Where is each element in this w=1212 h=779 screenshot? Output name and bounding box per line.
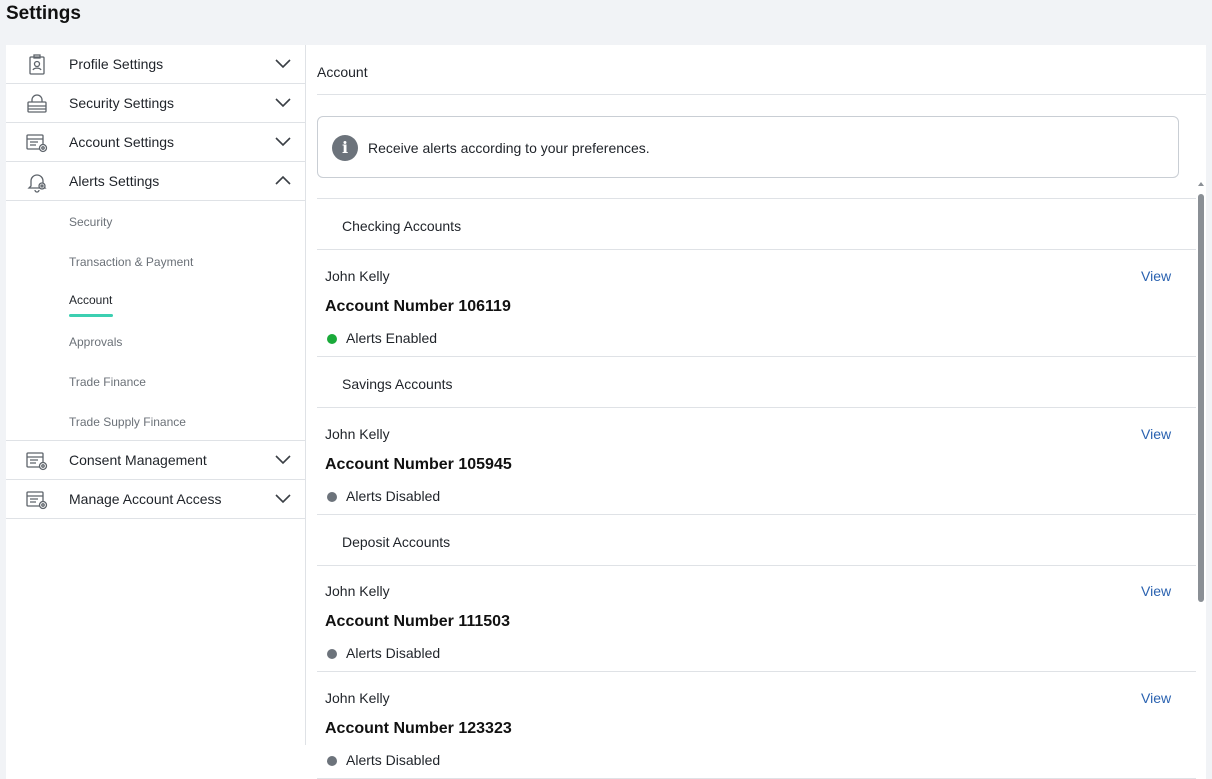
- chevron-down-icon[interactable]: [275, 492, 291, 504]
- account-owner: John Kelly: [325, 426, 390, 442]
- info-text: Receive alerts according to your prefere…: [368, 140, 650, 156]
- sidebar-item-label: Consent Management: [69, 452, 207, 468]
- sidebar-item-manage-account-access[interactable]: Manage Account Access: [6, 480, 305, 519]
- group-label: Savings Accounts: [342, 376, 453, 392]
- submenu-item-account[interactable]: Account: [69, 293, 112, 307]
- sidebar-item-label: Account Settings: [69, 134, 175, 150]
- alert-status: Alerts Disabled: [346, 645, 441, 661]
- account-row: John Kelly Account Number 123323 Alerts …: [317, 672, 1196, 779]
- status-dot-icon: [327, 492, 337, 502]
- submenu-item-approvals[interactable]: Approvals: [69, 335, 122, 349]
- account-owner: John Kelly: [325, 583, 390, 599]
- alert-status: Alerts Disabled: [346, 752, 441, 768]
- info-banner: i Receive alerts according to your prefe…: [317, 116, 1179, 178]
- chevron-down-icon[interactable]: [275, 57, 291, 69]
- scrollbar[interactable]: [1198, 182, 1204, 779]
- lock-icon: [27, 94, 47, 113]
- submenu-item-transaction-payment[interactable]: Transaction & Payment: [69, 255, 193, 269]
- view-link[interactable]: View: [1141, 690, 1171, 706]
- account-list[interactable]: Checking Accounts John Kelly Account Num…: [317, 198, 1196, 779]
- section-title: Account: [317, 64, 368, 80]
- account-row: John Kelly Account Number 106119 Alerts …: [317, 250, 1196, 357]
- account-number: Account Number 105945: [325, 456, 512, 473]
- sidebar-item-alerts-settings[interactable]: Alerts Settings: [6, 162, 305, 201]
- info-icon: i: [332, 135, 358, 161]
- account-owner: John Kelly: [325, 690, 390, 706]
- chevron-down-icon[interactable]: [275, 453, 291, 465]
- group-header-deposit: Deposit Accounts: [317, 515, 1196, 566]
- sidebar: Profile Settings Security Settings Accou…: [6, 45, 306, 745]
- account-gear-icon: [26, 452, 48, 471]
- scroll-up-arrow-icon[interactable]: [1198, 182, 1204, 186]
- submenu-item-security[interactable]: Security: [69, 215, 112, 229]
- group-label: Deposit Accounts: [342, 534, 451, 550]
- status-dot-icon: [327, 649, 337, 659]
- account-row: John Kelly Account Number 105945 Alerts …: [317, 408, 1196, 515]
- view-link[interactable]: View: [1141, 268, 1171, 284]
- account-number: Account Number 106119: [325, 298, 511, 315]
- main-panel: Account i Receive alerts according to yo…: [307, 45, 1206, 779]
- sidebar-item-label: Security Settings: [69, 95, 175, 111]
- submenu-item-trade-supply-finance[interactable]: Trade Supply Finance: [69, 415, 186, 429]
- account-row: John Kelly Account Number 111503 Alerts …: [317, 565, 1196, 672]
- view-link[interactable]: View: [1141, 583, 1171, 599]
- account-owner: John Kelly: [325, 268, 390, 284]
- sidebar-item-label: Profile Settings: [69, 56, 164, 72]
- submenu-item-trade-finance[interactable]: Trade Finance: [69, 375, 146, 389]
- view-link[interactable]: View: [1141, 426, 1171, 442]
- group-header-checking: Checking Accounts: [317, 199, 1196, 250]
- account-gear-icon: [26, 491, 48, 510]
- sidebar-item-security-settings[interactable]: Security Settings: [6, 84, 305, 123]
- alert-status: Alerts Disabled: [346, 488, 441, 504]
- bell-icon: [27, 174, 47, 193]
- sidebar-item-profile-settings[interactable]: Profile Settings: [6, 45, 305, 84]
- chevron-down-icon[interactable]: [275, 96, 291, 108]
- alert-status: Alerts Enabled: [346, 330, 438, 346]
- alerts-submenu: Security Transaction & Payment Account A…: [6, 201, 305, 441]
- sidebar-item-label: Manage Account Access: [69, 491, 222, 507]
- divider: [317, 94, 1206, 95]
- group-header-savings: Savings Accounts: [317, 357, 1196, 408]
- settings-card: Profile Settings Security Settings Accou…: [6, 45, 1206, 779]
- account-number: Account Number 123323: [325, 720, 512, 737]
- group-label: Checking Accounts: [342, 218, 462, 234]
- profile-badge-icon: [29, 54, 45, 75]
- page-title: Settings: [6, 3, 81, 24]
- chevron-up-icon[interactable]: [275, 174, 291, 186]
- sidebar-item-label: Alerts Settings: [69, 173, 160, 189]
- chevron-down-icon[interactable]: [275, 135, 291, 147]
- sidebar-item-consent-management[interactable]: Consent Management: [6, 441, 305, 480]
- account-gear-icon: [26, 134, 48, 153]
- scrollbar-thumb[interactable]: [1198, 194, 1204, 602]
- active-indicator: [69, 314, 113, 317]
- status-dot-icon: [327, 334, 337, 344]
- sidebar-item-account-settings[interactable]: Account Settings: [6, 123, 305, 162]
- account-number: Account Number 111503: [325, 613, 510, 630]
- status-dot-icon: [327, 756, 337, 766]
